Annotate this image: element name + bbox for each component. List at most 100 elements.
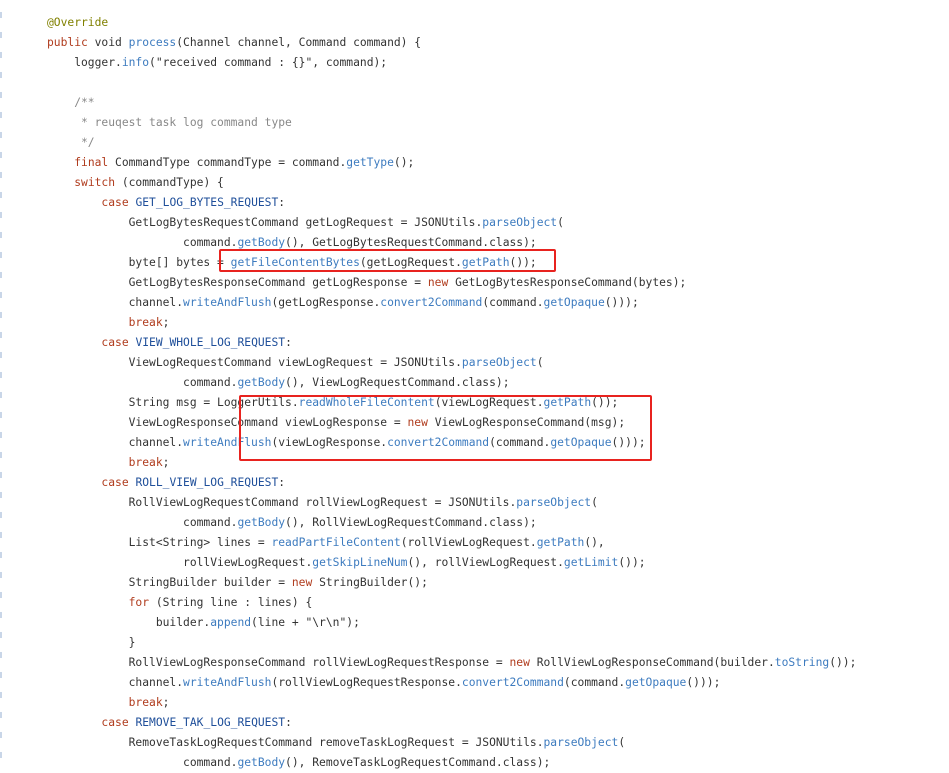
code-token: GetLogBytesResponseCommand getLogRespons… [47, 276, 428, 289]
code-token: (), [584, 536, 605, 549]
code-token: break [128, 696, 163, 709]
code-token: @Override [47, 16, 109, 29]
code-line: } [0, 633, 949, 653]
code-line: switch (commandType) { [0, 173, 949, 193]
code-token: (command. [482, 296, 544, 309]
code-token: ( [557, 216, 564, 229]
code-token: getType [346, 156, 394, 169]
code-line: break; [0, 693, 949, 713]
code-token: channel. [47, 676, 184, 689]
code-token: VIEW_WHOLE_LOG_REQUEST [135, 336, 286, 349]
code-line: channel.writeAndFlush(getLogResponse.con… [0, 293, 949, 313]
highlight-box-getfilecontentbytes [219, 249, 556, 272]
code-token: RollViewLogRequestCommand rollViewLogReq… [47, 496, 517, 509]
code-token: convert2Command [461, 676, 564, 689]
code-token: rollViewLogRequest. [47, 556, 313, 569]
code-line: */ [0, 133, 949, 153]
code-token: ()); [618, 556, 646, 569]
code-token: break [128, 316, 163, 329]
code-line: /** [0, 93, 949, 113]
code-token: : [285, 336, 292, 349]
code-token: (), ViewLogRequestCommand.class); [285, 376, 510, 389]
code-line: RemoveTaskLogRequestCommand removeTaskLo… [0, 733, 949, 753]
code-line: @Override [0, 13, 949, 33]
code-line: final CommandType commandType = command.… [0, 153, 949, 173]
code-token: public [47, 36, 88, 49]
code-token: REMOVE_TAK_LOG_REQUEST [135, 716, 286, 729]
code-line: GetLogBytesResponseCommand getLogRespons… [0, 273, 949, 293]
code-token: channel. [47, 436, 184, 449]
code-line: ViewLogRequestCommand viewLogRequest = J… [0, 353, 949, 373]
code-token: new [291, 576, 313, 589]
code-editor: @Override public void process(Channel cha… [0, 13, 949, 773]
code-token: (commandType) { [115, 176, 224, 189]
code-token: getBody [237, 756, 286, 769]
code-line: channel.writeAndFlush(rollViewLogRequest… [0, 673, 949, 693]
code-token: (); [393, 156, 415, 169]
code-token: (line + "\r\n"); [251, 616, 360, 629]
code-line: public void process(Channel channel, Com… [0, 33, 949, 53]
code-token: command. [47, 236, 238, 249]
code-line: command.getBody(), RollViewLogRequestCom… [0, 513, 949, 533]
code-token: convert2Command [380, 296, 483, 309]
code-line: case GET_LOG_BYTES_REQUEST: [0, 193, 949, 213]
code-token: builder. [47, 616, 211, 629]
code-token: RemoveTaskLogRequestCommand removeTaskLo… [47, 736, 544, 749]
code-token: process [128, 36, 177, 49]
code-token: new [509, 656, 530, 669]
code-line: case REMOVE_TAK_LOG_REQUEST: [0, 713, 949, 733]
code-token: ; [162, 316, 170, 329]
code-line: RollViewLogRequestCommand rollViewLogReq… [0, 493, 949, 513]
code-token: final [74, 156, 109, 169]
code-token: ROLL_VIEW_LOG_REQUEST [135, 476, 279, 489]
code-token: RollViewLogResponseCommand rollViewLogRe… [47, 656, 510, 669]
code-token: case [101, 336, 129, 349]
code-line: command.getBody(), ViewLogRequestCommand… [0, 373, 949, 393]
code-line: case ROLL_VIEW_LOG_REQUEST: [0, 473, 949, 493]
code-token: (), GetLogBytesRequestCommand.class); [285, 236, 537, 249]
code-token: ; [162, 696, 170, 709]
code-token: : [278, 476, 286, 489]
code-token: info [121, 56, 150, 69]
code-token: void [87, 36, 129, 49]
code-token: command. [47, 376, 238, 389]
code-line: List<String> lines = readPartFileContent… [0, 533, 949, 553]
code-token: GetLogBytesRequestCommand getLogRequest … [47, 216, 483, 229]
code-token: GET_LOG_BYTES_REQUEST [135, 196, 279, 209]
code-token: logger. [47, 56, 122, 69]
highlight-box-view-log-block [239, 395, 652, 461]
code-line: command.getBody(), RemoveTaskLogRequestC… [0, 753, 949, 773]
code-token: getBody [237, 516, 286, 529]
code-token: break [128, 456, 163, 469]
code-token: getOpaque [625, 676, 687, 689]
code-token: (command. [563, 676, 626, 689]
code-token: (rollViewLogRequest. [400, 536, 537, 549]
code-token: (), rollViewLogRequest. [407, 556, 564, 569]
code-token: switch [74, 176, 116, 189]
code-token: getSkipLineNum [312, 556, 408, 569]
code-token: command. [47, 756, 238, 769]
code-token: getBody [237, 376, 286, 389]
code-token: getPath [536, 536, 585, 549]
code-token: CommandType commandType = command. [108, 156, 347, 169]
code-token: readPartFileContent [271, 536, 401, 549]
code-line: for (String line : lines) { [0, 593, 949, 613]
code-line: case VIEW_WHOLE_LOG_REQUEST: [0, 333, 949, 353]
code-token: : [285, 716, 292, 729]
code-token: getLimit [563, 556, 619, 569]
code-token: toString [774, 656, 830, 669]
code-token: case [101, 716, 129, 729]
code-token: ; [162, 456, 170, 469]
code-line: rollViewLogRequest.getSkipLineNum(), rol… [0, 553, 949, 573]
code-token: RollViewLogResponseCommand(builder. [529, 656, 775, 669]
code-token: parseObject [461, 356, 537, 369]
